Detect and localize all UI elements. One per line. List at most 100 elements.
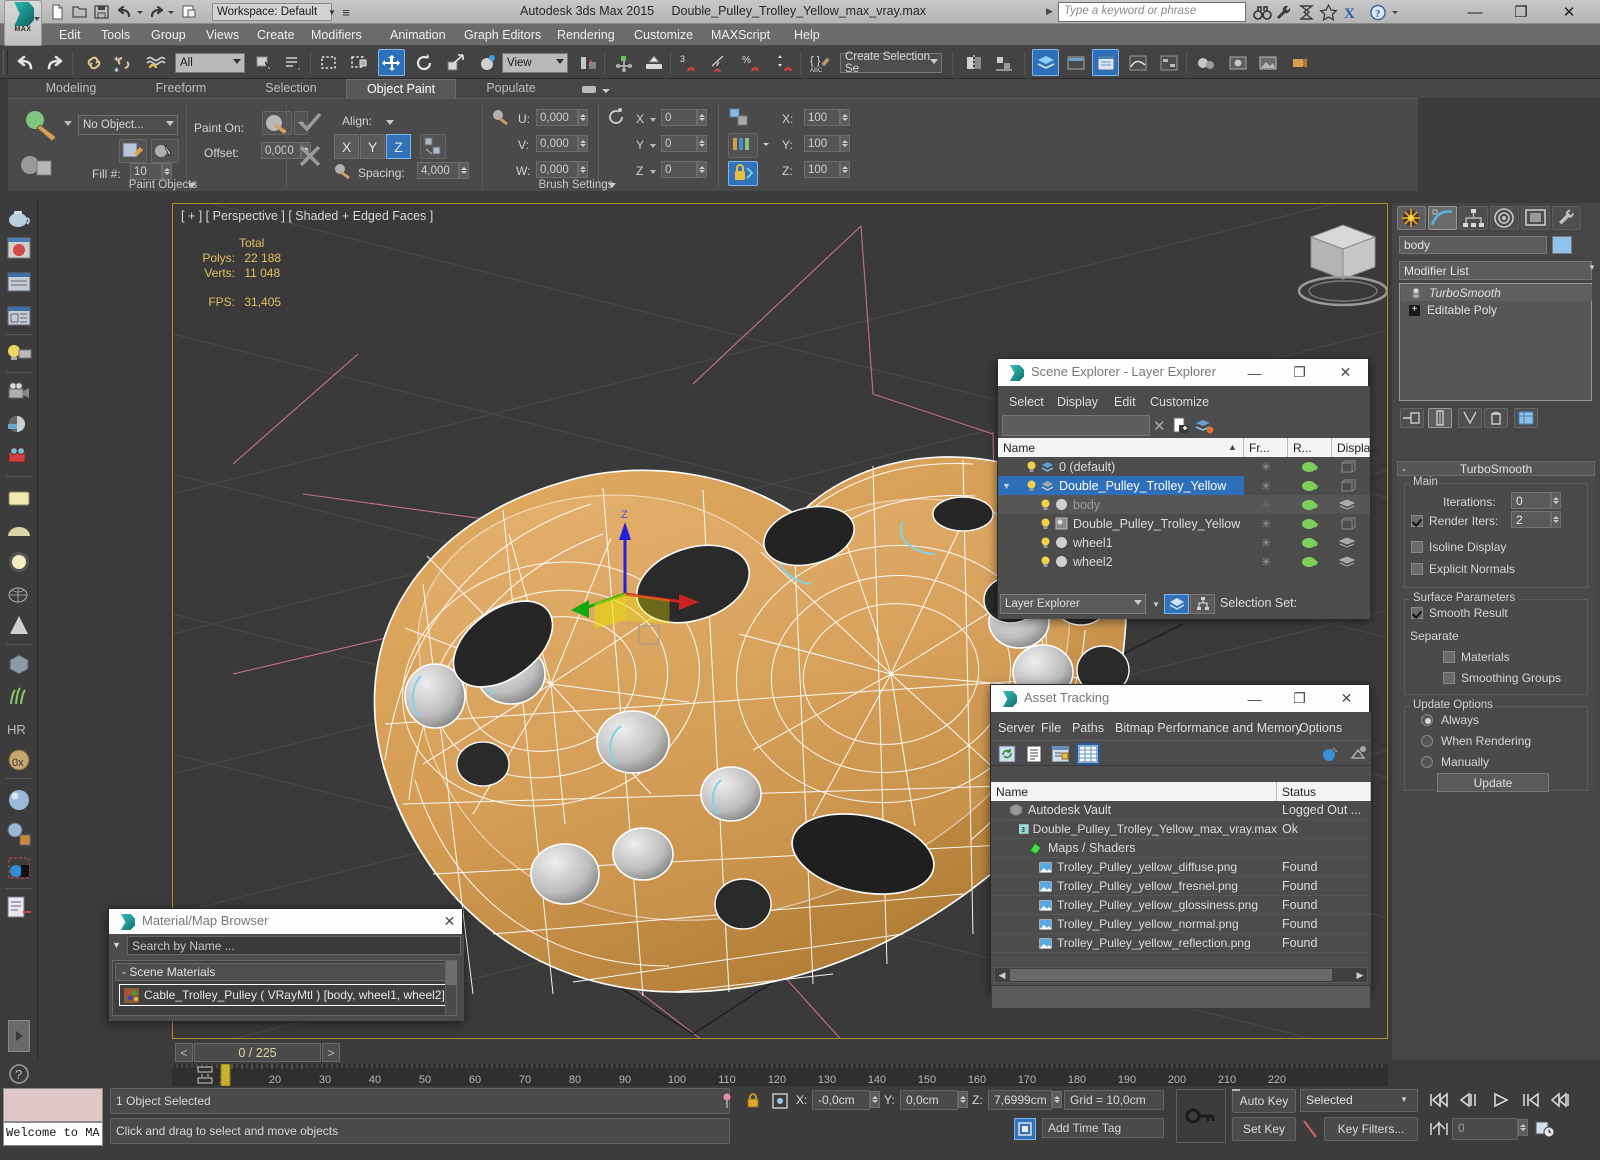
previous-frame-icon[interactable] [1456,1089,1482,1111]
scale-x-input[interactable]: 100 [804,109,840,126]
asset-row-glossiness[interactable]: Trolley_Pulley_yellow_glossiness.png [991,896,1277,915]
curve-editor-icon[interactable] [1124,49,1151,76]
material-search-input[interactable]: Search by Name ... [127,936,461,955]
cone-icon[interactable] [5,612,33,640]
render-setup-icon[interactable] [1224,49,1251,76]
material-editor-icon[interactable] [5,234,33,262]
redo-icon[interactable] [40,49,67,76]
select-object-icon[interactable] [250,49,277,76]
remove-modifier-icon[interactable] [1484,408,1508,428]
scatter-u-spinner[interactable] [578,109,588,126]
vray-hdri-icon[interactable]: HR [5,714,33,742]
track-bar[interactable]: 102030 405060 708090 100110120 130140150… [171,1063,1388,1087]
pin-stack-icon[interactable] [1400,408,1424,428]
turbosmooth-rollout-header[interactable]: - TurboSmooth [1397,461,1595,476]
scale-z-spinner[interactable] [840,161,850,178]
coord-x-input[interactable]: -0,0cm [812,1090,870,1110]
scroll-left-icon[interactable]: ◀ [995,968,1009,982]
render-setup-icon[interactable] [5,268,33,296]
scatter-w-input[interactable]: 0,000 [536,161,578,178]
spacing-input[interactable]: 4,000 [417,162,459,179]
tab-freeform[interactable]: Freeform [126,79,236,98]
modifier-stack-item-editable-poly[interactable]: + Editable Poly [1401,302,1592,318]
scale-x-spinner[interactable] [840,109,850,126]
menu-item-views[interactable]: Views [197,24,248,46]
explorer-mode-combo[interactable]: Layer Explorer [1000,594,1146,614]
layer-explorer-mode-icon[interactable] [1164,594,1189,614]
menu-item-customize[interactable]: Customize [625,24,702,46]
hierarchy-tab[interactable] [1459,206,1488,230]
menu-item-create[interactable]: Create [248,24,304,46]
coord-z-spinner[interactable] [1052,1091,1062,1108]
scene-explorer-close-button[interactable]: ✕ [1330,359,1361,386]
paint-brush-dropdown-icon[interactable] [64,121,72,126]
scroll-right-icon[interactable]: ▶ [1353,968,1367,982]
asset-row-maxfile[interactable]: 3 Double_Pulley_Trolley_Yellow_max_vray.… [991,820,1277,839]
key-mode-toggle-icon[interactable] [1426,1118,1452,1140]
exchange-icon[interactable]: X [1340,3,1361,22]
align-axis-z-button[interactable]: Z [386,134,411,159]
render-production-icon[interactable] [1286,49,1313,76]
help-icon[interactable]: ? [1368,3,1389,22]
current-frame-display[interactable]: 0 / 225 [194,1043,321,1062]
spacing-spinner[interactable] [459,162,469,179]
select-and-link-icon[interactable] [80,49,107,76]
object-name-input[interactable] [1399,236,1547,254]
material-list[interactable]: - Scene Materials Cable_Trolley_Pulley (… [112,960,457,1016]
adaptive-degradation-icon[interactable] [1014,1118,1036,1140]
display-tab[interactable] [1521,206,1550,230]
isoline-display-checkbox[interactable] [1411,541,1423,553]
asset-menu-file[interactable]: File [1041,721,1061,735]
tab-object-paint[interactable]: Object Paint [346,79,456,98]
use-pivot-center-icon[interactable] [574,49,601,76]
object-row-wheel1[interactable]: wheel1 [998,533,1244,552]
current-frame-input[interactable]: 0 [1452,1118,1518,1140]
material-list-scrollbar[interactable] [445,961,457,1015]
utilities-tab[interactable] [1552,206,1581,230]
material-editor-icon[interactable] [1192,49,1219,76]
coord-y-spinner[interactable] [958,1091,968,1108]
show-end-result-icon[interactable] [1428,408,1452,428]
restore-button[interactable]: ❐ [1498,0,1544,24]
undo-dropdown-icon[interactable] [135,3,144,21]
add-to-layer-icon[interactable] [1194,416,1214,438]
mini-listener-input[interactable]: Welcome to MA [3,1122,103,1146]
scale-y-input[interactable]: 100 [804,135,840,152]
make-unique-icon[interactable] [1458,408,1482,428]
render-iters-checkbox[interactable] [1411,515,1423,527]
select-and-rotate-icon[interactable] [410,49,437,76]
render-iters-spinner[interactable] [1551,511,1561,528]
undo-icon[interactable] [12,49,39,76]
scene-explorer-icon[interactable] [1092,49,1119,76]
selection-filter-combo[interactable]: All [175,53,245,73]
scene-explorer-titlebar[interactable]: Scene Explorer - Layer Explorer — ❐ ✕ [998,359,1368,386]
fill-count-spinner[interactable] [162,163,172,180]
scene-explorer-column-name[interactable]: Name [998,438,1244,457]
layer-row-default[interactable]: 0 (default) [998,457,1244,476]
percent-snap-icon[interactable]: % [738,49,765,76]
scale-z-input[interactable]: 100 [804,161,840,178]
vray-proxy-icon[interactable] [5,650,33,678]
vray-camera-icon[interactable] [5,442,33,470]
fill-count-input[interactable]: 10 [130,163,162,180]
asset-menu-bitmap-performance[interactable]: Bitmap Performance and Memory [1115,721,1302,735]
paint-object-combo[interactable]: No Object... [78,115,178,135]
star-icon[interactable] [1318,3,1339,22]
modifier-list-dropdown-icon[interactable]: ▼ [1588,263,1596,272]
rectangular-selection-region-icon[interactable] [316,49,343,76]
asset-row-diffuse[interactable]: Trolley_Pulley_yellow_diffuse.png [991,858,1277,877]
rotation-z-dropdown-icon[interactable] [650,170,656,174]
scale-constraint-dropdown-icon[interactable] [760,133,774,158]
scale-icon[interactable] [728,107,754,129]
teapot-icon[interactable] [5,204,33,232]
key-filters-icon[interactable] [1300,1117,1320,1141]
redo-icon[interactable] [147,3,166,21]
schematic-view-icon[interactable] [1155,49,1182,76]
select-by-name-icon[interactable] [280,49,307,76]
set-key-button[interactable]: Set Key [1232,1117,1296,1141]
wireframe-teapot-icon[interactable] [5,580,33,608]
toolbar-grip[interactable] [3,49,8,75]
search-expand-icon[interactable]: ▶ [1046,6,1053,17]
grid-view-icon[interactable] [1076,743,1100,765]
coord-z-input[interactable]: 7,6999cm [988,1090,1052,1110]
